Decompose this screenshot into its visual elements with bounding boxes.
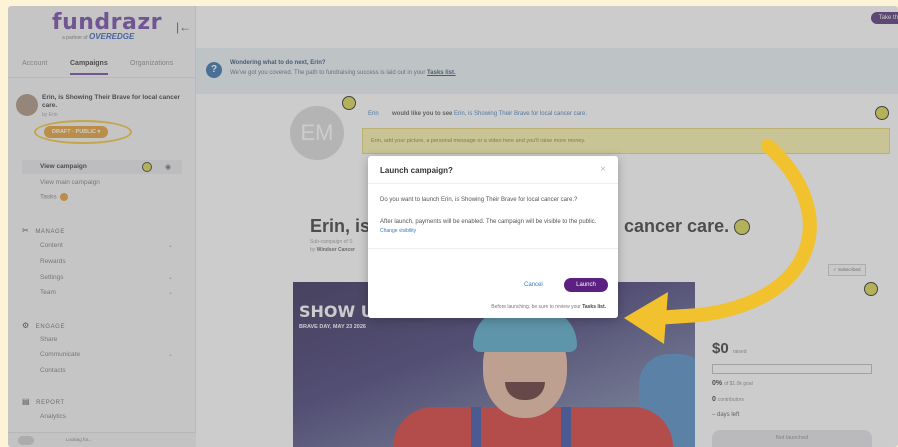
dialog-header: Launch campaign? × xyxy=(368,156,618,184)
dialog-title: Launch campaign? xyxy=(380,166,453,175)
dialog-info: After launch, payments will be enabled. … xyxy=(380,219,597,234)
dialog-question: Do you want to launch Erin, is Showing T… xyxy=(380,197,578,203)
cancel-button[interactable]: Cancel xyxy=(524,282,543,288)
dialog-footer: Before launching, be sure to review your… xyxy=(491,304,606,310)
app-window: fundrazr a partner of OVEREDGE |← Accoun… xyxy=(8,6,898,447)
launch-campaign-dialog: Launch campaign? × Do you want to launch… xyxy=(368,156,618,318)
launch-button[interactable]: Launch xyxy=(564,278,608,292)
close-icon[interactable]: × xyxy=(600,164,606,175)
tasks-list-link[interactable]: Tasks list. xyxy=(582,304,606,310)
divider xyxy=(368,248,618,249)
change-visibility-link[interactable]: Change visibility xyxy=(380,228,416,234)
